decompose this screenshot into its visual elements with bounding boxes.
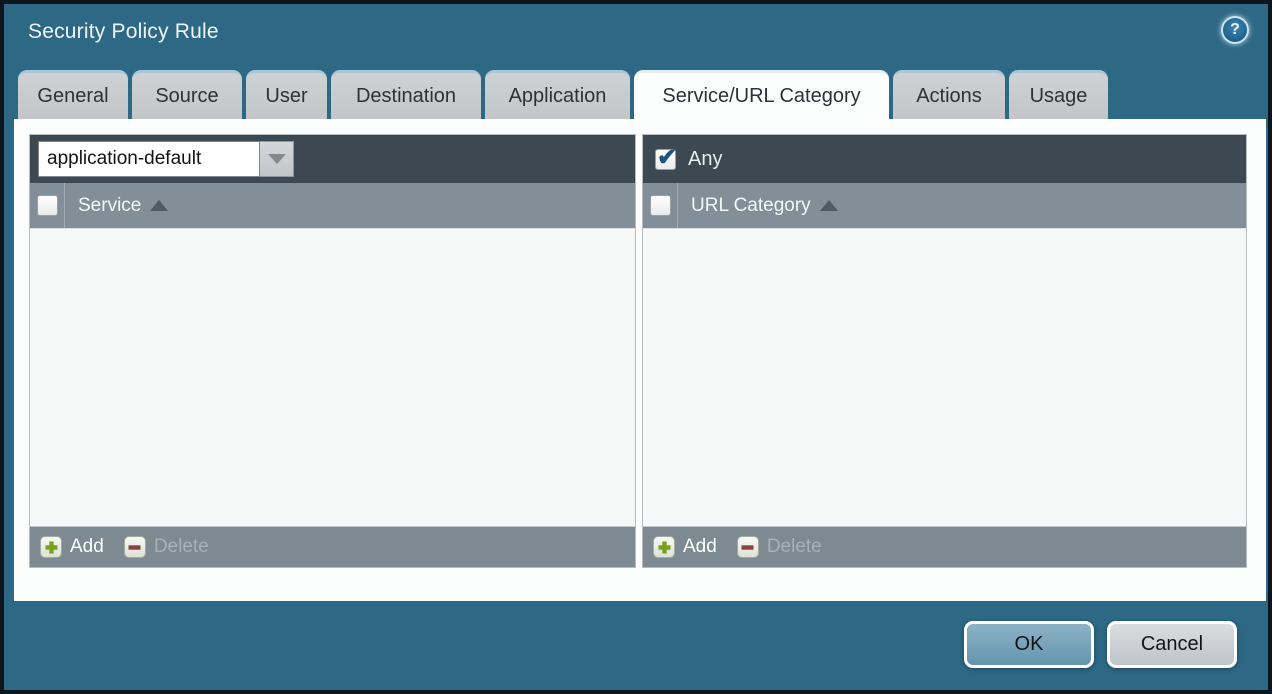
service-delete-button[interactable]: Delete (124, 536, 209, 558)
url-category-add-label: Add (683, 536, 717, 558)
url-category-delete-label: Delete (767, 536, 822, 558)
tab-actions[interactable]: Actions (893, 70, 1005, 119)
tab-service-url-category[interactable]: Service/URL Category (634, 70, 889, 119)
tab-content: application-default Service (14, 119, 1266, 601)
url-category-column-header[interactable]: URL Category (691, 195, 838, 217)
url-category-delete-button[interactable]: Delete (737, 536, 822, 558)
service-column-header[interactable]: Service (78, 195, 168, 217)
url-category-add-button[interactable]: Add (653, 536, 717, 558)
url-category-column-header-row: URL Category (643, 183, 1246, 229)
url-category-column-header-label: URL Category (691, 195, 811, 217)
service-type-dropdown-button[interactable] (260, 141, 294, 177)
service-panel-header: application-default (30, 135, 635, 183)
service-type-dropdown[interactable]: application-default (38, 141, 294, 177)
plus-icon (40, 536, 62, 558)
sort-ascending-icon (150, 200, 168, 211)
service-list (30, 229, 635, 526)
url-category-panel-footer: Add Delete (643, 526, 1246, 567)
minus-icon (737, 536, 759, 558)
tab-source[interactable]: Source (132, 70, 242, 119)
page-title: Security Policy Rule (28, 20, 219, 44)
service-panel: application-default Service (29, 134, 636, 568)
service-column-header-row: Service (30, 183, 635, 229)
tab-application[interactable]: Application (485, 70, 630, 119)
any-row: Any (651, 148, 722, 171)
dialog-action-buttons: OK Cancel (964, 621, 1237, 668)
tab-destination[interactable]: Destination (331, 70, 481, 119)
service-add-button[interactable]: Add (40, 536, 104, 558)
sort-ascending-icon (820, 200, 838, 211)
help-icon[interactable]: ? (1221, 16, 1249, 44)
security-policy-rule-dialog: Security Policy Rule ? General Source Us… (0, 0, 1272, 694)
plus-icon (653, 536, 675, 558)
service-type-dropdown-value[interactable]: application-default (38, 141, 260, 177)
url-category-panel-header: Any (643, 135, 1246, 183)
tab-bar: General Source User Destination Applicat… (18, 70, 1108, 119)
service-add-label: Add (70, 536, 104, 558)
any-checkbox[interactable] (655, 149, 676, 170)
tab-general[interactable]: General (18, 70, 128, 119)
service-column-header-label: Service (78, 195, 141, 217)
url-category-list (643, 229, 1246, 526)
url-category-select-all-checkbox[interactable] (650, 195, 671, 216)
tab-user[interactable]: User (246, 70, 327, 119)
service-select-all-checkbox[interactable] (37, 195, 58, 216)
cancel-button[interactable]: Cancel (1107, 621, 1237, 668)
minus-icon (124, 536, 146, 558)
service-delete-label: Delete (154, 536, 209, 558)
chevron-down-icon (268, 154, 286, 164)
any-label: Any (688, 148, 722, 171)
url-category-panel: Any URL Category Add (642, 134, 1247, 568)
tab-usage[interactable]: Usage (1009, 70, 1108, 119)
service-header-checkbox-cell (30, 183, 65, 228)
url-category-header-checkbox-cell (643, 183, 678, 228)
ok-button[interactable]: OK (964, 621, 1094, 668)
service-panel-footer: Add Delete (30, 526, 635, 567)
